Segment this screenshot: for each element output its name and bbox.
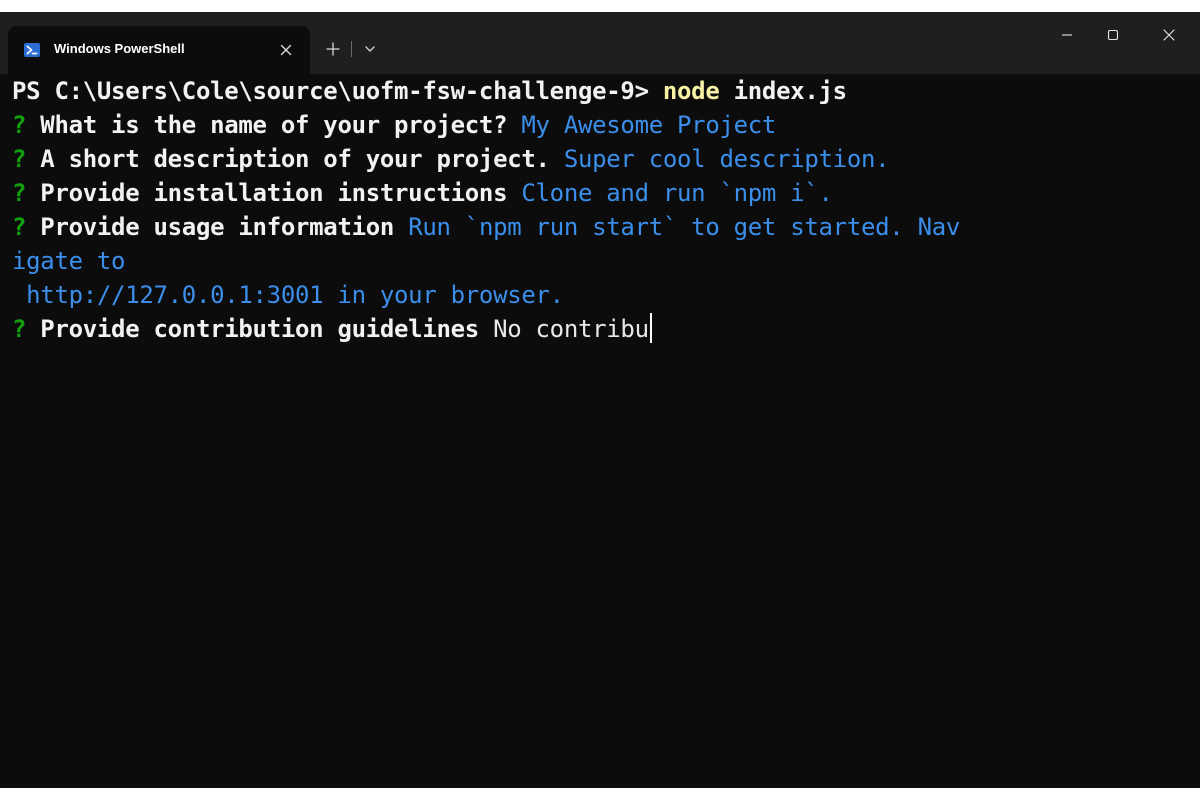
answer-text: My Awesome Project xyxy=(507,111,777,139)
question-line-5: ? Provide contribution guidelines No con… xyxy=(12,312,652,346)
question-text: Provide installation instructions xyxy=(26,179,508,207)
prompt-text: PS C:\Users\Cole\source\uofm-fsw-challen… xyxy=(12,77,663,105)
question-text: Provide contribution guidelines xyxy=(26,315,479,343)
question-marker: ? xyxy=(12,213,27,241)
tab-windows-powershell[interactable]: Windows PowerShell xyxy=(8,26,310,74)
question-line-1: ? What is the name of your project? My A… xyxy=(12,108,776,142)
question-line-2: ? A short description of your project. S… xyxy=(12,142,890,176)
minimize-icon[interactable] xyxy=(1044,12,1090,58)
tab-title: Windows PowerShell xyxy=(54,41,185,56)
plus-icon[interactable] xyxy=(320,36,346,62)
text-cursor xyxy=(649,313,652,343)
question-marker: ? xyxy=(12,145,27,173)
command-text: node xyxy=(662,77,720,105)
answer-wrap-line-2: http://127.0.0.1:3001 in your browser. xyxy=(12,278,564,312)
question-marker: ? xyxy=(12,111,27,139)
close-icon[interactable] xyxy=(274,38,298,62)
question-line-4: ? Provide usage information Run `npm run… xyxy=(12,210,960,244)
terminal-output[interactable]: PS C:\Users\Cole\source\uofm-fsw-challen… xyxy=(0,74,1200,788)
title-bar[interactable]: Windows PowerShell xyxy=(0,12,1200,74)
tab-divider xyxy=(351,41,352,57)
answer-wrap-text: http://127.0.0.1:3001 in your browser. xyxy=(12,281,564,309)
powershell-icon xyxy=(24,42,40,58)
question-marker: ? xyxy=(12,179,27,207)
answer-wrap-line-1: igate to xyxy=(12,244,126,278)
command-args: index.js xyxy=(719,77,848,105)
question-text: A short description of your project. xyxy=(26,145,550,173)
answer-text: Clone and run `npm i`. xyxy=(507,179,833,207)
question-text: What is the name of your project? xyxy=(26,111,508,139)
terminal-window: Windows PowerShell PS C:\Users\Cole\sour… xyxy=(0,12,1200,788)
maximize-icon[interactable] xyxy=(1090,12,1136,58)
chevron-down-icon[interactable] xyxy=(358,36,382,62)
answer-text: Run `npm run start` to get started. Nav xyxy=(394,213,961,241)
question-line-3: ? Provide installation instructions Clon… xyxy=(12,176,833,210)
input-text[interactable]: No contribu xyxy=(479,315,649,343)
command-line: PS C:\Users\Cole\source\uofm-fsw-challen… xyxy=(12,74,847,108)
question-text: Provide usage information xyxy=(26,213,395,241)
answer-text: Super cool description. xyxy=(549,145,890,173)
close-window-icon[interactable] xyxy=(1146,12,1192,58)
question-marker: ? xyxy=(12,315,27,343)
answer-wrap-text: igate to xyxy=(12,247,126,275)
